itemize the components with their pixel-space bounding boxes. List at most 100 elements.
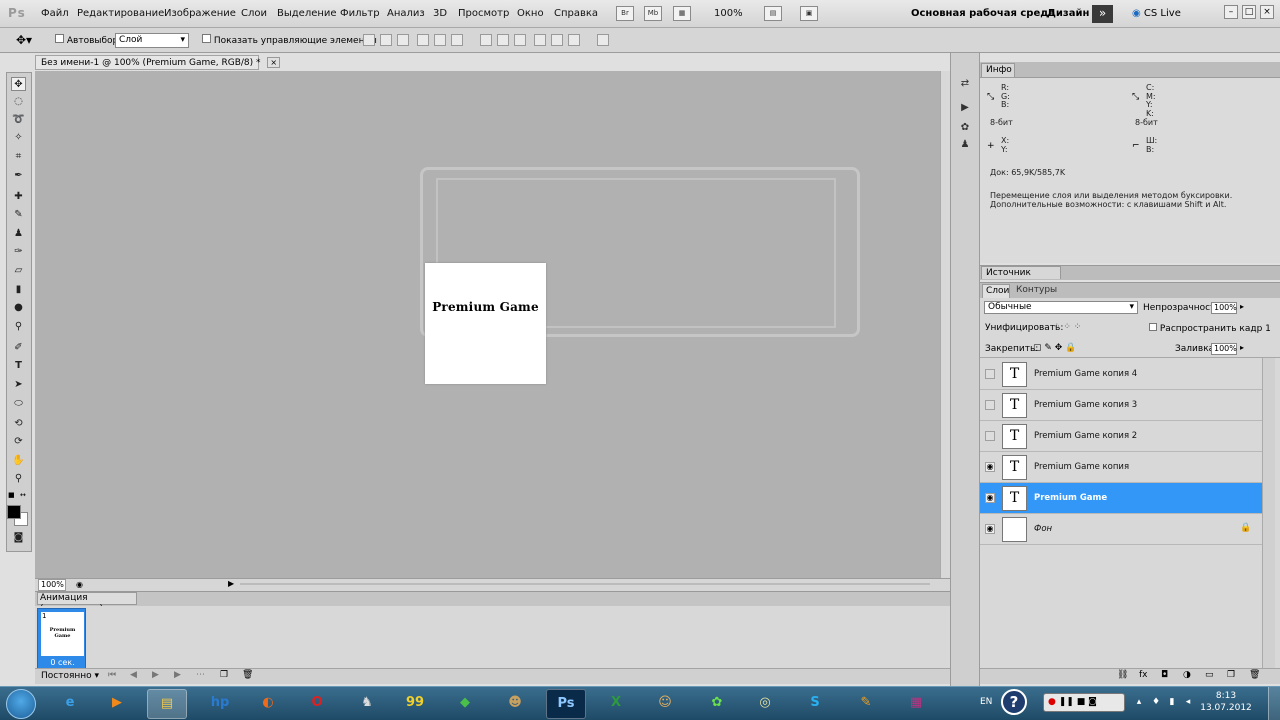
camera-icon[interactable]: ◙ (1088, 697, 1097, 707)
layer-group-icon[interactable]: ▭ (1205, 670, 1214, 680)
auto-align-icon[interactable] (597, 34, 609, 46)
quick-mask-icon[interactable]: ◙ (11, 531, 26, 545)
document-canvas[interactable]: Premium Game (425, 263, 546, 384)
taskbar-opera-icon[interactable]: O (297, 689, 337, 719)
screen-mode-button[interactable]: ▣ (800, 6, 818, 21)
3d-rotate-tool-icon[interactable]: ⟲ (11, 417, 26, 431)
prev-frame-icon[interactable]: ◀ (130, 670, 137, 680)
show-desktop-button[interactable] (1268, 687, 1280, 720)
duplicate-frame-icon[interactable]: ❐ (220, 670, 228, 680)
layer-row[interactable]: T Premium Game копия 2 (980, 421, 1262, 452)
align-bottom-icon[interactable] (397, 34, 409, 46)
menu-image[interactable]: Изображение (164, 8, 236, 19)
more-workspaces-icon[interactable]: » (1092, 5, 1113, 23)
history-brush-tool-icon[interactable]: ✑ (11, 245, 26, 259)
path-select-tool-icon[interactable]: ➤ (11, 378, 26, 392)
distribute-bottom-icon[interactable] (514, 34, 526, 46)
lasso-tool-icon[interactable]: ➰ (11, 113, 26, 127)
taskbar-firefox-like-icon[interactable]: ◐ (248, 689, 288, 719)
layers-tab[interactable]: Слои (982, 284, 1010, 298)
menu-view[interactable]: Просмотр (458, 8, 509, 19)
close-button[interactable]: × (1260, 5, 1274, 19)
opacity-slider-icon[interactable]: ▸ (1240, 302, 1244, 311)
zoom-status-field[interactable]: 100% (38, 579, 66, 591)
dodge-tool-icon[interactable]: ⚲ (11, 320, 26, 334)
move-tool-icon[interactable]: ✥▾ (16, 33, 32, 47)
taskbar-photoshop-icon[interactable]: Ps (546, 689, 586, 719)
autoselect-checkbox[interactable] (55, 34, 64, 43)
horizontal-scrollbar[interactable] (240, 583, 930, 585)
propagate-checkbox[interactable] (1149, 323, 1157, 331)
adjustment-layer-icon[interactable]: ◑ (1183, 670, 1191, 680)
layer-row[interactable]: T Premium Game копия 3 (980, 390, 1262, 421)
autoselect-group[interactable]: Автовыбор: (55, 34, 121, 46)
eyedropper-tool-icon[interactable]: ✒ (11, 169, 26, 183)
document-tab[interactable]: Без имени-1 @ 100% (Premium Game, RGB/8)… (35, 55, 281, 70)
distribute-top-icon[interactable] (480, 34, 492, 46)
delete-layer-icon[interactable]: 🗑 (1249, 670, 1260, 680)
maximize-button[interactable]: □ (1242, 5, 1256, 19)
menu-layers[interactable]: Слои (241, 8, 267, 19)
minimize-button[interactable]: – (1224, 5, 1238, 19)
record-icon[interactable]: ● (1048, 697, 1056, 707)
tray-app-icon[interactable]: ♦ (1150, 697, 1162, 708)
align-top-icon[interactable] (363, 34, 375, 46)
brush-panel-icon[interactable]: ✿ (956, 120, 974, 136)
fill-input[interactable]: 100% (1211, 343, 1237, 355)
clone-panel-icon[interactable]: ♟ (956, 137, 974, 153)
blur-tool-icon[interactable]: ● (11, 301, 26, 315)
hidden-eye-icon[interactable] (985, 431, 995, 441)
taskbar-hp-icon[interactable]: hp (200, 689, 240, 719)
brush-tool-icon[interactable]: ✎ (11, 208, 26, 222)
help-button[interactable]: ? (1001, 689, 1027, 715)
layer-style-icon[interactable]: fx (1139, 670, 1148, 680)
show-controls-checkbox[interactable] (202, 34, 211, 43)
play-icon[interactable]: ▶ (152, 670, 159, 680)
propagate-group[interactable]: Распространить кадр 1 (1149, 323, 1271, 334)
workspace-design[interactable]: Дизайн (1047, 8, 1089, 19)
menu-filter[interactable]: Фильтр (340, 8, 380, 19)
taskbar-skype-icon[interactable]: S (795, 689, 835, 719)
taskbar-media-player-icon[interactable]: ▶ (97, 689, 137, 719)
stop-icon[interactable]: ■ (1077, 697, 1086, 707)
new-layer-icon[interactable]: ❐ (1227, 670, 1235, 680)
marquee-tool-icon[interactable]: ◌ (11, 95, 26, 109)
tween-icon[interactable]: ⋯ (196, 670, 205, 680)
hidden-eye-icon[interactable] (985, 369, 995, 379)
eye-icon[interactable]: ◉ (985, 493, 995, 503)
fill-slider-icon[interactable]: ▸ (1240, 343, 1244, 352)
quick-select-tool-icon[interactable]: ✧ (11, 131, 26, 145)
swap-colors-icon[interactable]: ↔ (20, 491, 26, 499)
taskbar-app-99-icon[interactable]: 99 (395, 689, 435, 719)
menu-analysis[interactable]: Анализ (387, 8, 425, 19)
document-tab-close-icon[interactable]: × (267, 57, 281, 68)
pen-tool-icon[interactable]: ✐ (11, 341, 26, 355)
blend-mode-select[interactable]: Обычные ▾ (984, 301, 1138, 314)
info-tab[interactable]: Инфо (981, 63, 1015, 77)
animation-tab[interactable]: Анимация (покадровая) (37, 592, 137, 614)
link-layers-icon[interactable]: ⛓ (1117, 670, 1128, 680)
animation-frame[interactable]: Premium Game 1 0 сек. (37, 608, 86, 669)
delete-frame-icon[interactable]: 🗑 (242, 670, 253, 680)
taskbar-excel-icon[interactable]: X (596, 689, 636, 719)
tray-chevron-icon[interactable]: ▴ (1133, 697, 1145, 708)
taskbar-app-dark-icon[interactable]: ♞ (347, 689, 387, 719)
align-hcenter-icon[interactable] (434, 34, 446, 46)
move-tool-icon[interactable]: ✥ (11, 77, 26, 91)
taskbar-app-character-icon[interactable]: ☺ (645, 689, 685, 719)
eraser-tool-icon[interactable]: ▱ (11, 264, 26, 278)
status-arrow-icon[interactable]: ▶ (228, 579, 234, 588)
bridge-button[interactable]: Br (616, 6, 634, 21)
align-vcenter-icon[interactable] (380, 34, 392, 46)
clock[interactable]: 8:13 13.07.2012 (1200, 690, 1252, 714)
lock-icons[interactable]: ▢ ✎ ✥ 🔒 (1033, 343, 1076, 353)
actions-panel-icon[interactable]: ▶ (956, 100, 974, 116)
menu-edit[interactable]: Редактирование (77, 8, 164, 19)
hidden-eye-icon[interactable] (985, 400, 995, 410)
zoom-tool-icon[interactable]: ⚲ (11, 472, 26, 486)
3d-orbit-tool-icon[interactable]: ⟳ (11, 435, 26, 449)
workspace-essentials[interactable]: Основная рабочая среда (911, 8, 1055, 19)
first-frame-icon[interactable]: ⏮ (108, 670, 116, 680)
network-icon[interactable]: ▮ (1166, 697, 1178, 708)
clone-source-tab[interactable]: Источник клонов (981, 266, 1061, 290)
